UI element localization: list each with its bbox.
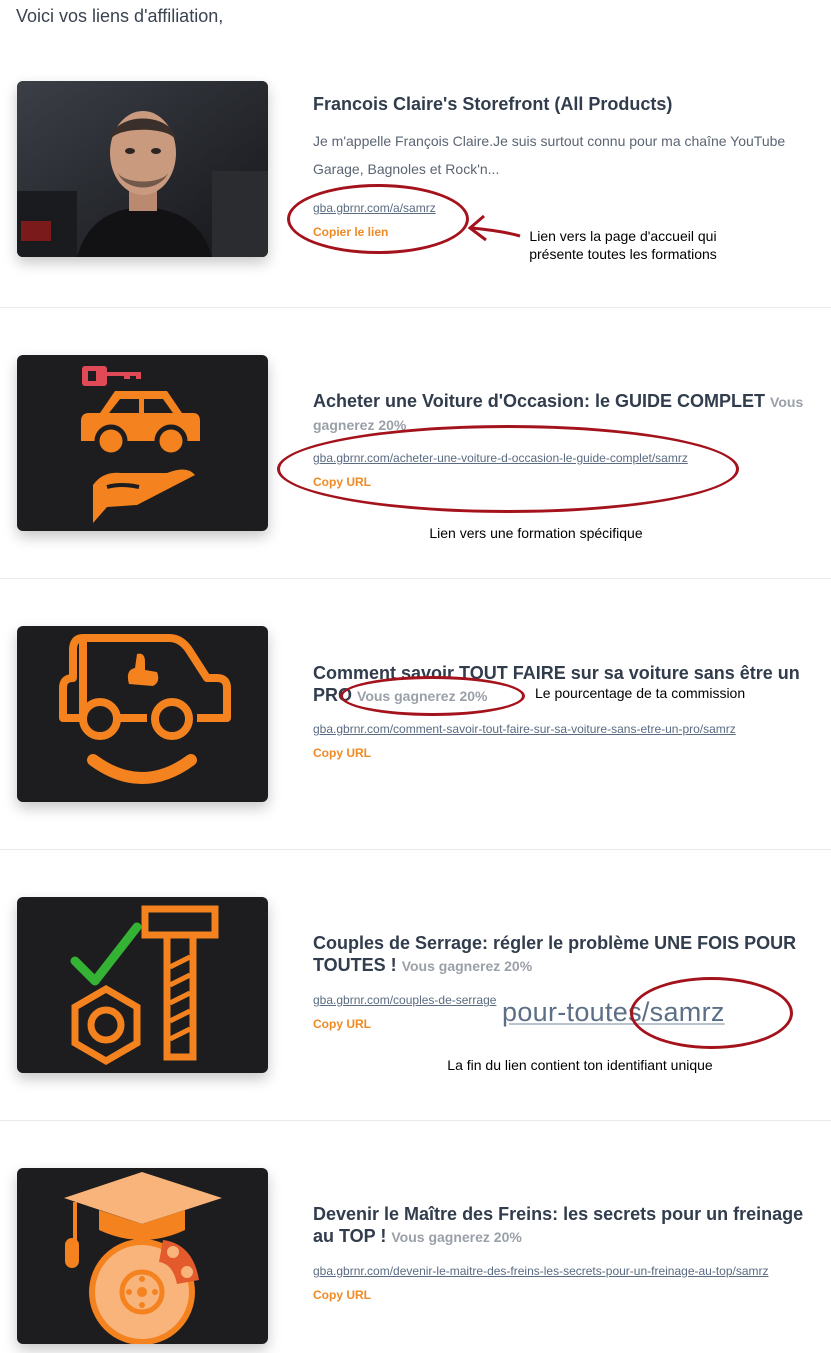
product-title[interactable]: Francois Claire's Storefront (All Produc… [313,93,818,115]
divider [0,578,831,579]
copy-url-button[interactable]: Copy URL [313,746,371,760]
commission-label: Vous gagnerez 20% [391,1229,522,1245]
annotation-oval [630,977,793,1049]
affiliate-link[interactable]: gba.gbrnr.com/couples-de-serrage [313,993,496,1007]
annotation-oval [287,184,469,254]
product-description: Je m'appelle François Claire.Je suis sur… [313,133,786,177]
bolt-nut-check-icon [70,905,219,1066]
annotation-storefront: Lien vers la page d'accueil qui présente… [529,228,717,262]
product-thumbnail[interactable] [17,355,268,531]
commission-label: Vous gagnerez 20% [401,958,533,974]
annotation-oval [277,425,739,513]
divider [0,307,831,308]
instructor-portrait-image [17,81,268,257]
affiliate-link[interactable]: gba.gbrnr.com/devenir-le-maitre-des-frei… [313,1264,769,1278]
product-title[interactable]: Devenir le Maître des Freins: les secret… [313,1203,818,1248]
annotation-oval [340,676,525,716]
annotation-identifier: La fin du lien contient ton identifiant … [447,1057,713,1073]
divider [0,1120,831,1121]
annotation-specific: Lien vers une formation spécifique [429,525,643,541]
copy-url-button[interactable]: Copy URL [313,1288,371,1302]
instructor-photo[interactable] [17,81,268,257]
car-key-hand-icon [81,366,200,523]
annotation-commission: Le pourcentage de ta commission [535,685,746,701]
intro-text: Voici vos liens d'affiliation, [16,6,224,26]
divider [0,849,831,850]
product-thumbnail[interactable] [17,1168,268,1344]
car-thumbs-up-icon [59,634,231,784]
copy-url-button[interactable]: Copy URL [313,1017,371,1031]
graduation-brake-disc-icon [64,1172,222,1344]
product-thumbnail[interactable] [17,626,268,802]
product-title[interactable]: Couples de Serrage: régler le problème U… [313,932,818,977]
affiliate-link[interactable]: gba.gbrnr.com/comment-savoir-tout-faire-… [313,722,736,736]
product-thumbnail[interactable] [17,897,268,1073]
